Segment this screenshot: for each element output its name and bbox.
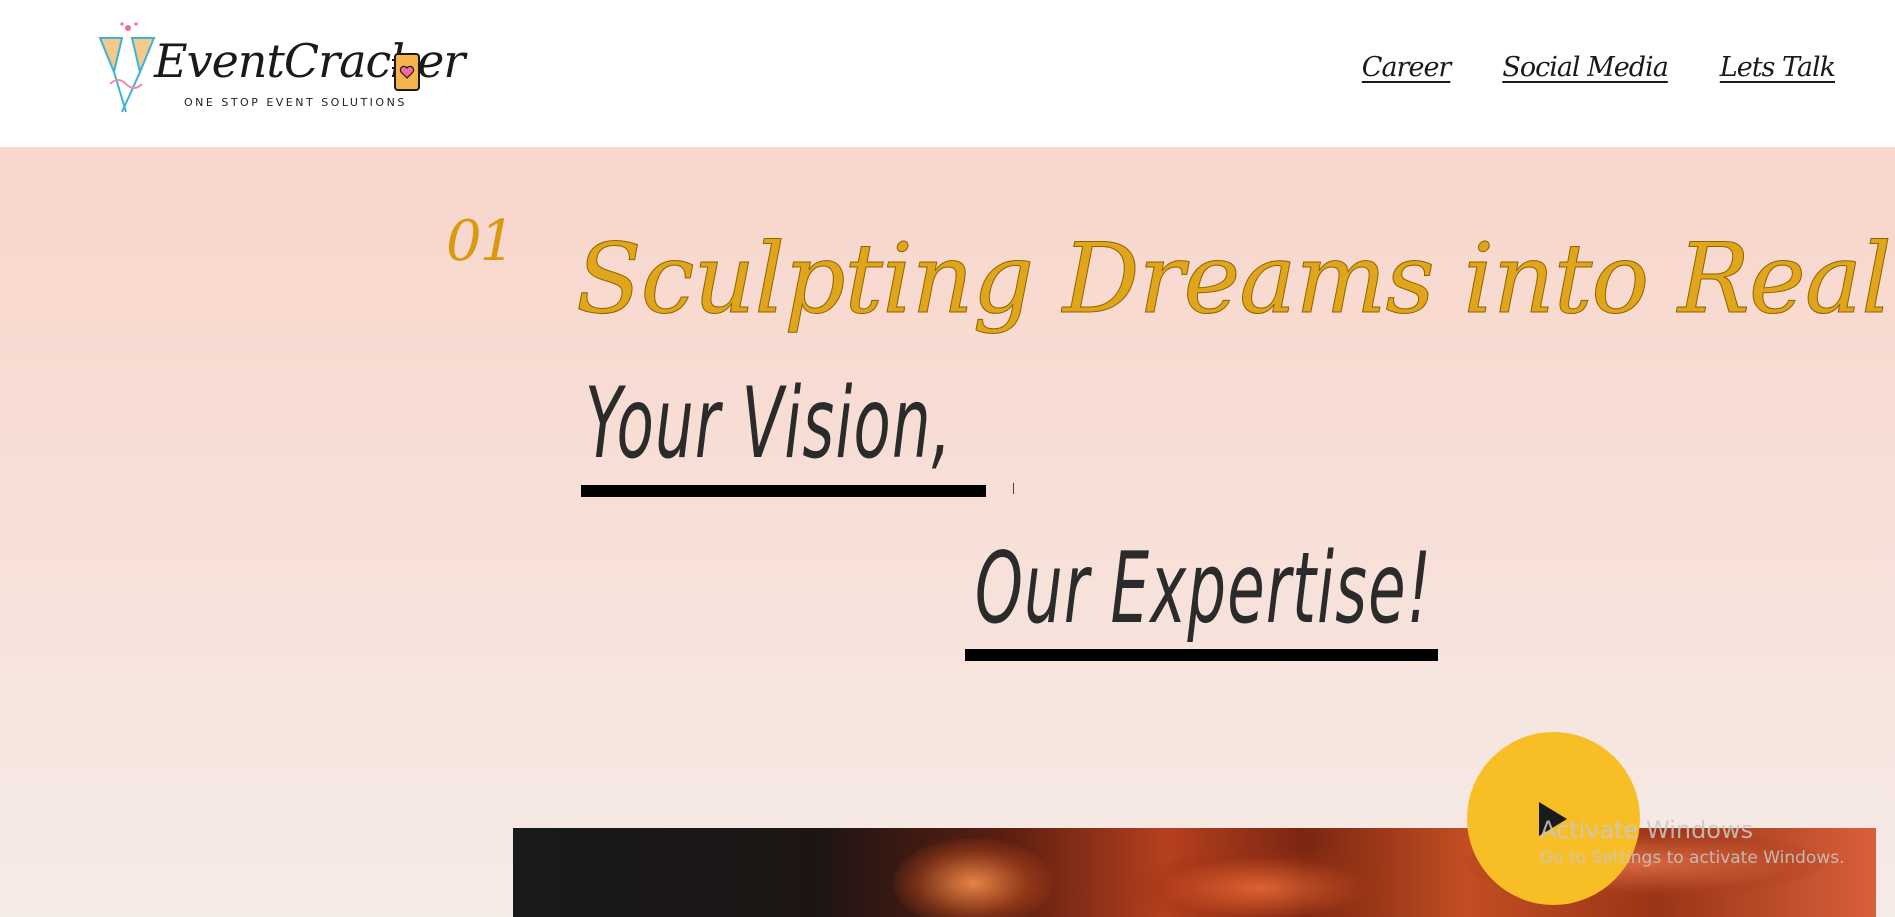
windows-activation-watermark: Activate Windows Go to Settings to activ… — [1540, 815, 1845, 871]
vision-underline — [581, 485, 986, 497]
site-header: EventCracker ONE STOP EVENT SOLUTIONS Ca… — [0, 0, 1895, 147]
watermark-subtitle: Go to Settings to activate Windows. — [1540, 848, 1845, 868]
main-nav: Career Social Media Lets Talk — [1362, 52, 1836, 83]
hero-line-expertise: Our Expertise! — [975, 532, 1433, 646]
nav-link-lets-talk[interactable]: Lets Talk — [1720, 52, 1836, 83]
brand-tagline: ONE STOP EVENT SOLUTIONS — [184, 96, 407, 109]
watermark-title: Activate Windows — [1540, 816, 1754, 844]
nav-link-social-media[interactable]: Social Media — [1502, 52, 1668, 83]
hero-headline: Sculpting Dreams into Reality — [575, 223, 1895, 336]
text-cursor — [1013, 483, 1014, 494]
expertise-underline — [965, 649, 1438, 661]
video-flame-highlight — [1133, 848, 1393, 917]
brand-logo[interactable]: EventCracker ONE STOP EVENT SOLUTIONS — [92, 20, 465, 124]
video-flame-highlight — [893, 838, 1053, 917]
nav-link-career[interactable]: Career — [1362, 52, 1452, 83]
hero-line-vision: Your Vision, — [585, 367, 953, 481]
hero-section: 01 Sculpting Dreams into Reality Your Vi… — [0, 147, 1895, 917]
notebook-heart-icon — [392, 53, 420, 91]
section-number: 01 — [446, 209, 515, 274]
